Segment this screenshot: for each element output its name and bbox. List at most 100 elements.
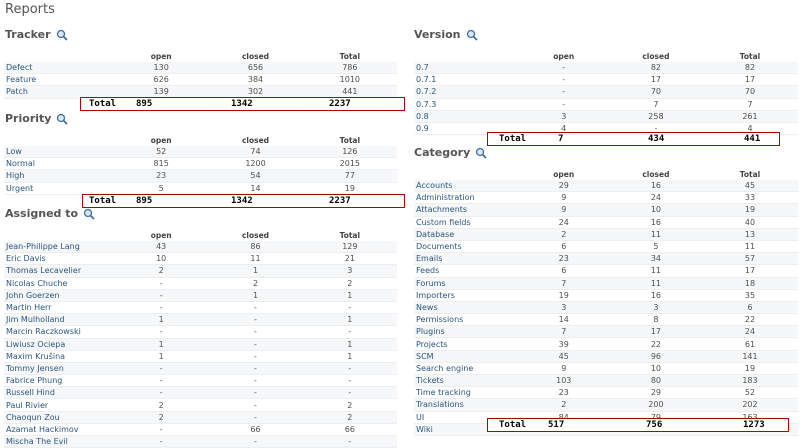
row-label-link[interactable]: 0.7.1 [414, 73, 518, 87]
row-label-link[interactable]: Marcin Raczkowski [4, 325, 115, 339]
row-label-link[interactable]: Projects [414, 337, 518, 351]
row-label-link[interactable]: Tickets [414, 374, 518, 388]
table-row: News 3 3 6 [414, 301, 798, 315]
row-label-link[interactable]: High [4, 169, 115, 183]
row-label-link[interactable]: Thomas Lecavelier [4, 264, 115, 278]
row-label-link[interactable]: Azamat Hackimov [4, 423, 115, 437]
total-open: 517 [548, 420, 565, 430]
row-value: 24 [609, 191, 702, 205]
header-open: open [114, 51, 209, 62]
row-label-link[interactable]: Permissions [414, 313, 518, 327]
row-value: 18 [701, 277, 798, 290]
total-closed: 1342 [231, 99, 253, 109]
row-value: 2 [114, 264, 209, 278]
row-value: 96 [609, 350, 702, 363]
row-value: 1 [302, 338, 397, 351]
row-value: 24 [517, 216, 610, 229]
row-label-link[interactable]: Nicolas Chuche [4, 277, 115, 290]
magnifier-icon[interactable] [475, 147, 487, 159]
row-label-link[interactable]: Time tracking [414, 386, 518, 400]
table-row: Projects 39 22 61 [414, 337, 798, 351]
priority-section-title: Priority [5, 112, 69, 125]
row-value: 29 [609, 386, 702, 400]
row-value: 1 [114, 338, 209, 351]
tracker-table: open closed Total Defect 130 656 786 Feature 626… [4, 51, 397, 99]
row-label-link[interactable]: Accounts [414, 180, 518, 193]
row-label-link[interactable]: SCM [414, 350, 518, 363]
total-total: 441 [744, 134, 761, 144]
row-label-link[interactable]: Translations [414, 398, 518, 412]
row-value: 9 [517, 203, 610, 217]
row-value: - [114, 374, 209, 388]
row-value: - [114, 423, 209, 437]
row-value: 1 [302, 350, 397, 363]
table-row: Search engine 9 10 19 [414, 362, 798, 376]
row-label-link[interactable]: Search engine [414, 362, 518, 376]
row-label-link[interactable]: Tommy Jensen [4, 362, 115, 376]
row-value: - [114, 325, 209, 339]
row-value: 1 [302, 313, 397, 327]
row-label-link[interactable]: Urgent [4, 182, 115, 195]
row-label-link[interactable]: Administration [414, 191, 518, 205]
row-value: - [208, 301, 303, 315]
table-row: Tommy Jensen - - - [4, 362, 397, 376]
row-label-link[interactable]: Russell Hind [4, 386, 115, 400]
row-label-link[interactable]: 0.7.3 [414, 98, 518, 111]
row-label-link[interactable]: Attachments [414, 203, 518, 217]
row-value: 2 [517, 228, 610, 241]
table-row: Mischa The Evil - - - [4, 435, 397, 448]
total-closed: 434 [648, 134, 665, 144]
row-value: 39 [517, 337, 610, 351]
version-total-row: Total 7 434 441 [487, 132, 780, 146]
row-value: 10 [609, 203, 702, 217]
row-value: 2 [302, 277, 397, 290]
row-label-link[interactable]: 0.8 [414, 110, 518, 123]
row-label-link[interactable]: Documents [414, 240, 518, 254]
row-label-link[interactable]: Paul Rivier [4, 398, 115, 412]
row-label-link[interactable]: Defect [4, 62, 115, 75]
row-value: - [114, 435, 209, 448]
row-label-link[interactable]: News [414, 301, 518, 315]
row-label-link[interactable]: Liwiusz Ociepa [4, 338, 115, 351]
magnifier-icon[interactable] [56, 29, 68, 41]
table-row: Maxim Kruŝina 1-1 [4, 350, 397, 363]
row-value: - [208, 362, 303, 376]
row-label-link[interactable]: Eric Davis [4, 252, 115, 266]
row-value: - [302, 374, 397, 388]
total-closed: 756 [646, 420, 663, 430]
magnifier-icon[interactable] [56, 113, 69, 125]
row-value: 7 [517, 277, 610, 290]
row-label-link[interactable]: Jim Mulholland [4, 313, 115, 327]
row-label-link[interactable]: Importers [414, 289, 518, 302]
row-label-link[interactable]: Jean-Philippe Lang [4, 241, 115, 254]
row-value: 5 [609, 240, 702, 254]
row-label-link[interactable]: 0.7 [414, 62, 518, 75]
table-row: Eric Davis 10 11 21 [4, 252, 397, 266]
magnifier-icon[interactable] [83, 208, 95, 220]
header-name [4, 230, 115, 241]
row-value: 40 [701, 216, 798, 229]
row-label-link[interactable]: Mischa The Evil [4, 435, 115, 448]
row-value: 261 [701, 110, 798, 123]
magnifier-icon[interactable] [466, 29, 478, 41]
tracker-section-title: Tracker [5, 28, 68, 41]
row-label-link[interactable]: Martin Herr [4, 301, 115, 315]
row-label-link[interactable]: Emails [414, 252, 518, 266]
row-label-link[interactable]: Maxim Kruŝina [4, 350, 115, 363]
row-label-link[interactable]: Custom fields [414, 216, 518, 229]
row-label-link[interactable]: Feature [4, 73, 115, 87]
row-label-link[interactable]: 0.7.2 [414, 85, 518, 99]
row-label-link[interactable]: Forums [414, 277, 518, 290]
row-label-link[interactable]: Plugins [414, 325, 518, 339]
row-label-link[interactable]: Feeds [414, 264, 518, 278]
row-value: 6 [517, 240, 610, 254]
row-label-link[interactable]: Database [414, 228, 518, 241]
row-value: 129 [302, 241, 397, 254]
table-row: Liwiusz Ociepa 1-1 [4, 338, 397, 351]
header-open: open [517, 169, 610, 180]
row-label-link[interactable]: Fabrice Phung [4, 374, 115, 388]
row-label-link[interactable]: Normal [4, 157, 115, 171]
row-label-link[interactable]: Chaoqun Zou [4, 411, 115, 424]
row-label-link[interactable]: John Goerzen [4, 289, 115, 302]
row-label-link[interactable]: Low [4, 146, 115, 159]
